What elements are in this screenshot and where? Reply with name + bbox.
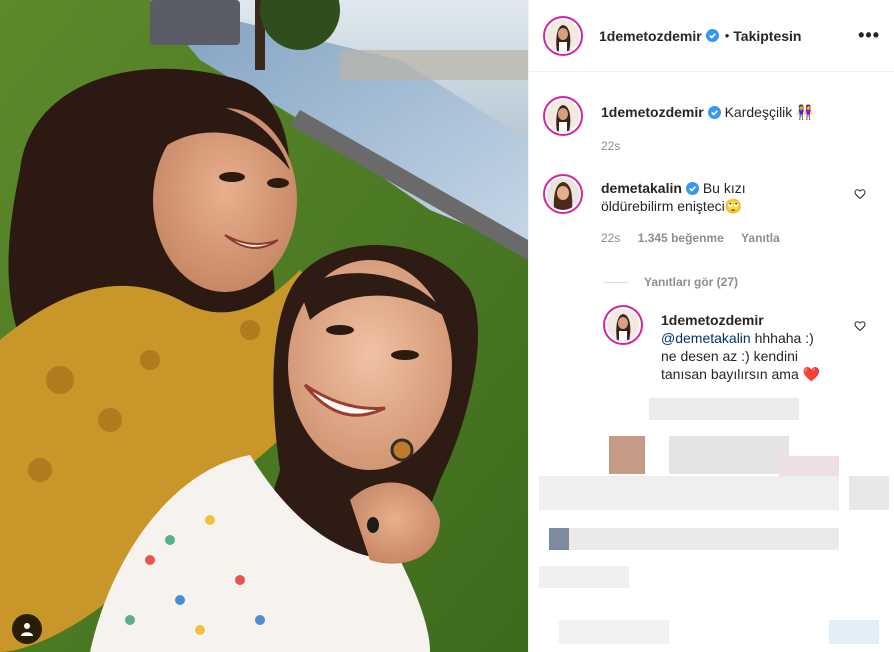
comment-time[interactable]: 22s bbox=[601, 231, 620, 245]
caption: 1demetozdemir Kardeşçilik 👭 22s bbox=[543, 96, 814, 155]
heart-icon[interactable] bbox=[854, 320, 866, 332]
caption-text: Kardeşçilik 👭 bbox=[724, 104, 814, 120]
comment-text-line2: öldürebilirm enişteci🙄 bbox=[601, 198, 743, 214]
comment-item: demetakalin Bu kızı öldürebilirm eniştec… bbox=[543, 174, 794, 247]
verified-badge-icon bbox=[705, 29, 719, 42]
heart-emoji: ❤️ bbox=[802, 366, 821, 382]
verified-badge-icon bbox=[685, 182, 699, 195]
post-side-panel: 1demetozdemir • Takiptesin ••• 1demetozd… bbox=[528, 0, 894, 652]
reply-text-line2: ne desen az :) kendini bbox=[661, 348, 798, 364]
comment-text-line1: Bu kızı bbox=[702, 180, 746, 196]
user-tag-button[interactable] bbox=[12, 614, 42, 644]
post-photo[interactable] bbox=[0, 0, 528, 652]
view-replies-label[interactable]: Yanıtları gör (27) bbox=[644, 275, 738, 289]
reply-text-line3: tanısan bayılırsın ama bbox=[661, 366, 799, 382]
more-options-icon[interactable]: ••• bbox=[858, 25, 880, 46]
replies-divider bbox=[604, 281, 628, 283]
heart-icon[interactable] bbox=[854, 188, 866, 200]
comment-username[interactable]: demetakalin bbox=[601, 180, 682, 196]
separator-dot: • bbox=[724, 28, 730, 43]
reply-avatar[interactable] bbox=[603, 305, 643, 345]
selfie-image bbox=[0, 0, 528, 652]
author-avatar[interactable] bbox=[543, 15, 583, 56]
commenter-avatar[interactable] bbox=[543, 174, 583, 214]
comment-likes[interactable]: 1.345 beğenme bbox=[638, 231, 724, 245]
caption-time[interactable]: 22s bbox=[601, 139, 620, 153]
follow-status[interactable]: Takiptesin bbox=[733, 28, 801, 44]
reply-mention[interactable]: @demetakalin bbox=[661, 330, 751, 346]
reply-button[interactable]: Yanıtla bbox=[741, 231, 780, 245]
view-replies-toggle[interactable]: Yanıtları gör (27) bbox=[604, 275, 738, 289]
caption-username[interactable]: 1demetozdemir bbox=[601, 104, 704, 120]
reply-text-line1: hhhaha :) bbox=[754, 330, 814, 346]
verified-badge-icon bbox=[707, 106, 721, 119]
post-header: 1demetozdemir • Takiptesin ••• bbox=[529, 0, 894, 72]
user-tag-icon bbox=[21, 623, 33, 636]
reply-item: 1demetozdemir @demetakalin hhhaha :) ne … bbox=[603, 305, 820, 383]
author-username[interactable]: 1demetozdemir bbox=[599, 28, 702, 44]
reply-username[interactable]: 1demetozdemir bbox=[661, 312, 764, 328]
caption-avatar[interactable] bbox=[543, 96, 583, 136]
